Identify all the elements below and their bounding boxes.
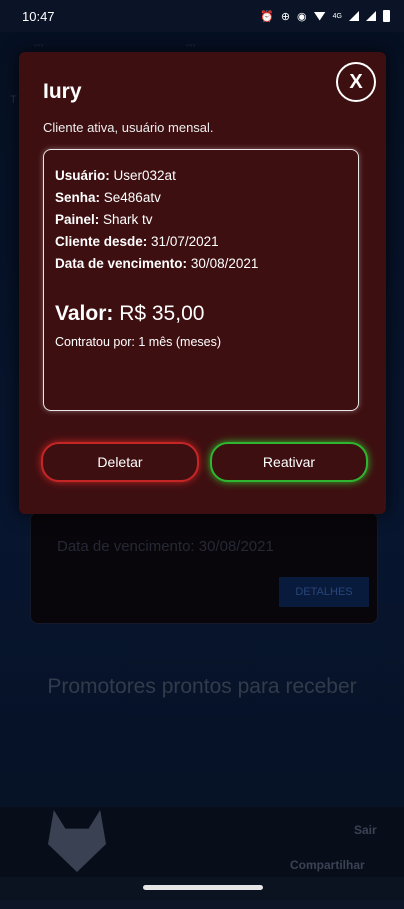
panel-row: Painel: Shark tv	[55, 212, 153, 227]
username-value: User032at	[113, 168, 176, 183]
delete-button[interactable]: Deletar	[41, 442, 199, 482]
password-value: Se486atv	[103, 190, 161, 205]
contract-duration: Contratou por: 1 mês (meses)	[55, 335, 222, 349]
price-row: Valor: R$ 35,00	[55, 302, 204, 326]
status-time: 10:47	[22, 8, 55, 24]
panel-label: Painel:	[55, 212, 100, 227]
signal-icon	[349, 11, 359, 21]
due-date-row: Data de vencimento: 30/08/2021	[55, 256, 258, 271]
exit-link[interactable]: Sair	[354, 823, 377, 837]
network-type-label: 4G	[332, 12, 342, 20]
share-link[interactable]: Compartilhar	[290, 858, 365, 872]
wifi-icon	[313, 11, 326, 21]
password-label: Senha:	[55, 190, 101, 205]
alarm-icon: ⏰	[260, 10, 274, 23]
reactivate-button[interactable]: Reativar	[210, 442, 368, 482]
username-row: Usuário: User032at	[55, 168, 176, 183]
price-value: R$ 35,00	[119, 302, 205, 325]
close-icon: X	[349, 70, 363, 93]
status-icons: ⏰ ⊕ ◉ 4G	[260, 10, 390, 23]
battery-icon	[383, 10, 390, 22]
home-gesture-handle[interactable]	[143, 885, 263, 890]
dialog-subtitle: Cliente ativa, usuário mensal.	[43, 120, 214, 135]
close-button[interactable]: X	[336, 62, 376, 102]
price-label: Valor:	[55, 302, 114, 325]
client-since-value: 31/07/2021	[151, 234, 219, 249]
status-bar: 10:47 ⏰ ⊕ ◉ 4G	[0, 0, 404, 32]
client-since-label: Cliente desde:	[55, 234, 148, 249]
client-detail-dialog: Iury Cliente ativa, usuário mensal. X Us…	[19, 52, 386, 514]
client-info-box: Usuário: User032at Senha: Se486atv Paine…	[43, 149, 359, 411]
data-saver-icon: ⊕	[280, 10, 291, 23]
due-date-value: 30/08/2021	[190, 256, 259, 271]
client-since-row: Cliente desde: 31/07/2021	[55, 234, 219, 249]
dialog-title: Iury	[43, 80, 82, 103]
navigation-bar	[0, 877, 404, 900]
panel-value: Shark tv	[103, 212, 153, 227]
eye-icon: ◉	[297, 10, 307, 23]
signal-icon	[366, 11, 376, 21]
due-date-label: Data de vencimento:	[55, 256, 188, 271]
password-row: Senha: Se486atv	[55, 190, 161, 205]
username-label: Usuário:	[55, 168, 110, 183]
